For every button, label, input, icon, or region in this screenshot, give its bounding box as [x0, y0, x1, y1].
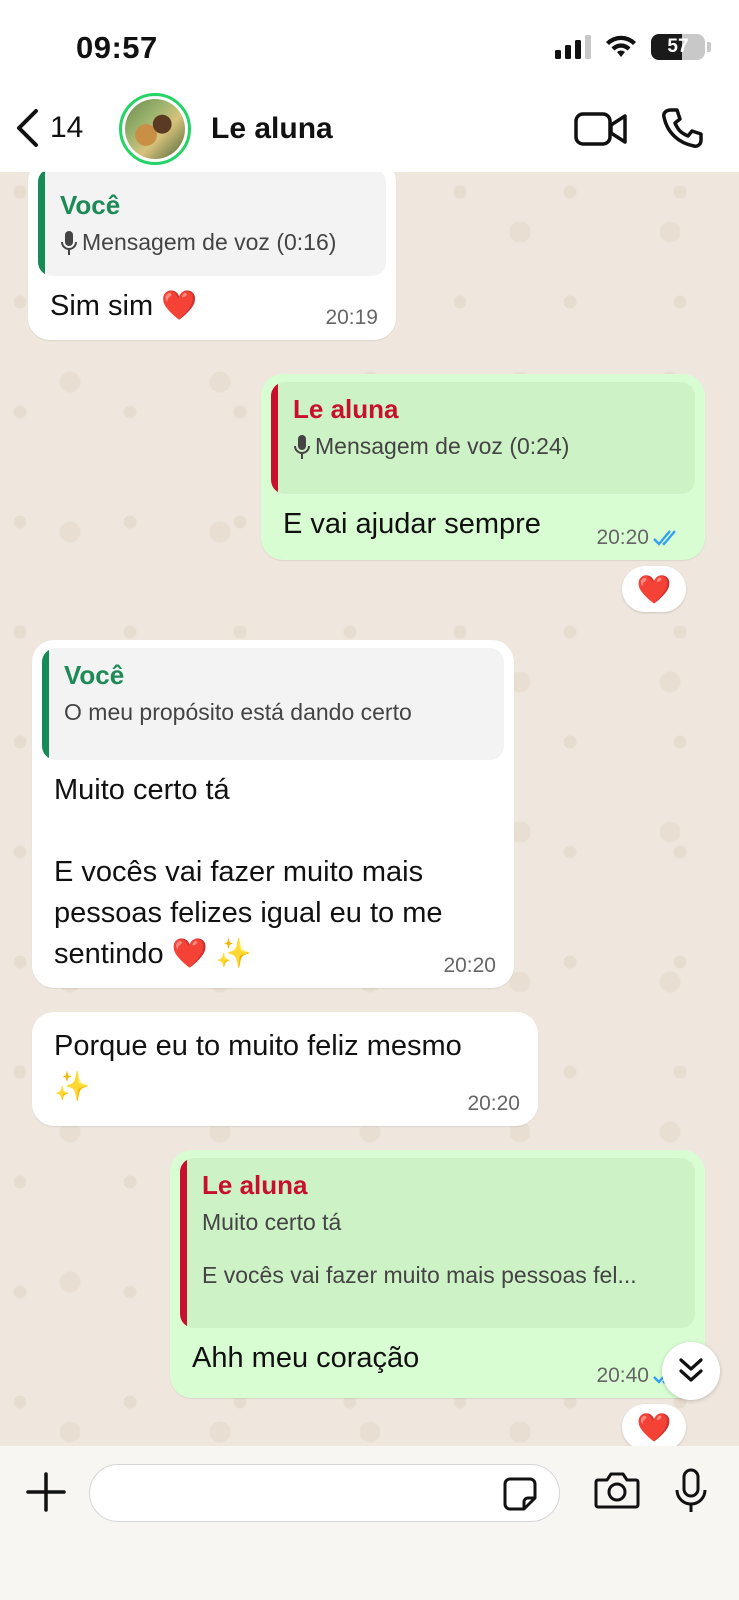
message-line: E vocês vai fazer muito mais: [54, 856, 424, 888]
quote-author: Você: [60, 190, 121, 220]
top-bar: 09:57 57 14 Le aluna: [0, 0, 739, 172]
quote-voice-label: Mensagem de voz (0:16): [82, 229, 337, 255]
video-call-icon[interactable]: [574, 110, 628, 148]
double-chevron-down-icon: [679, 1358, 703, 1382]
microphone-icon: [61, 230, 77, 255]
message-bubble-incoming[interactable]: Você Mensagem de voz (0:16) Sim sim ❤️ 2…: [28, 172, 396, 340]
quoted-message[interactable]: Le aluna Mensagem de voz (0:24): [271, 382, 695, 494]
message-line-text: sentindo: [54, 938, 164, 970]
phone-icon[interactable]: [660, 106, 704, 150]
message-bubble-incoming[interactable]: Porque eu to muito feliz mesmo ✨ 20:20: [32, 1012, 538, 1126]
sparkles-emoji: ✨: [215, 938, 252, 970]
avatar-image: [125, 99, 185, 159]
unread-count: 14: [50, 111, 84, 144]
message-line: pessoas felizes igual eu to me: [54, 897, 443, 929]
quoted-message[interactable]: Le aluna Muito certo tá E vocês vai faze…: [180, 1158, 695, 1328]
sparkles-emoji: ✨: [54, 1071, 91, 1103]
signal-icon: [555, 35, 591, 59]
battery-level: 57: [667, 36, 689, 57]
microphone-icon[interactable]: [674, 1468, 708, 1514]
status-icons: 57: [555, 34, 711, 60]
back-button[interactable]: 14: [14, 108, 83, 148]
wifi-icon: [606, 35, 636, 57]
battery-nub: [707, 42, 711, 52]
quote-author: Le aluna: [293, 394, 399, 424]
message-bubble-outgoing[interactable]: Le aluna Mensagem de voz (0:24) E vai aj…: [261, 374, 705, 560]
message-time-text: 20:40: [596, 1364, 649, 1387]
quoted-message[interactable]: Você Mensagem de voz (0:16): [38, 172, 386, 276]
quote-text-line: Muito certo tá: [202, 1209, 342, 1235]
message-line: Muito certo tá: [54, 774, 230, 806]
quoted-message[interactable]: Você O meu propósito está dando certo: [42, 648, 504, 760]
double-check-icon: [653, 530, 676, 546]
heart-emoji: ❤️: [161, 290, 198, 322]
message-time-text: 20:20: [596, 526, 649, 549]
message-bubble-outgoing[interactable]: Le aluna Muito certo tá E vocês vai faze…: [170, 1150, 705, 1398]
quote-voice-label: Mensagem de voz (0:24): [315, 433, 570, 459]
status-time: 09:57: [76, 30, 158, 65]
message-time: 20:20: [596, 526, 683, 550]
plus-icon[interactable]: [26, 1472, 66, 1512]
message-time: 20:20: [443, 954, 496, 977]
message-text: Porque eu to muito feliz mesmo ✨: [42, 1016, 528, 1108]
quote-text: Mensagem de voz (0:24): [293, 433, 679, 460]
message-text: Muito certo tá E vocês vai fazer muito m…: [42, 760, 504, 975]
quote-text: Mensagem de voz (0:16): [60, 229, 370, 256]
heart-emoji: ❤️: [171, 938, 208, 970]
message-time: 20:20: [467, 1092, 520, 1115]
reaction-heart[interactable]: ❤️: [622, 566, 686, 612]
quote-author: Le aluna: [202, 1170, 308, 1200]
scroll-to-bottom-button[interactable]: [662, 1342, 720, 1400]
composer-bar: [0, 1446, 739, 1600]
message-text-content: Sim sim: [50, 290, 154, 322]
avatar[interactable]: [119, 93, 191, 165]
contact-name[interactable]: Le aluna: [211, 112, 333, 146]
quote-text-line: E vocês vai fazer muito mais pessoas fel…: [202, 1262, 637, 1288]
sticker-icon[interactable]: [502, 1476, 538, 1512]
message-time: 20:19: [325, 306, 378, 329]
message-line: sentindo ❤️ ✨: [54, 934, 492, 975]
message-input[interactable]: [89, 1464, 560, 1522]
battery-icon: 57: [651, 34, 705, 60]
reaction-heart[interactable]: ❤️: [622, 1404, 686, 1446]
chevron-left-icon: [17, 109, 38, 147]
chat-area[interactable]: Você Mensagem de voz (0:16) Sim sim ❤️ 2…: [0, 172, 739, 1446]
quote-author: Você: [64, 660, 125, 690]
message-bubble-incoming[interactable]: Você O meu propósito está dando certo Mu…: [32, 640, 514, 988]
camera-icon[interactable]: [594, 1470, 640, 1510]
quote-text: O meu propósito está dando certo: [64, 699, 412, 725]
message-line: Porque eu to muito feliz mesmo: [54, 1030, 462, 1062]
microphone-icon: [294, 434, 310, 459]
